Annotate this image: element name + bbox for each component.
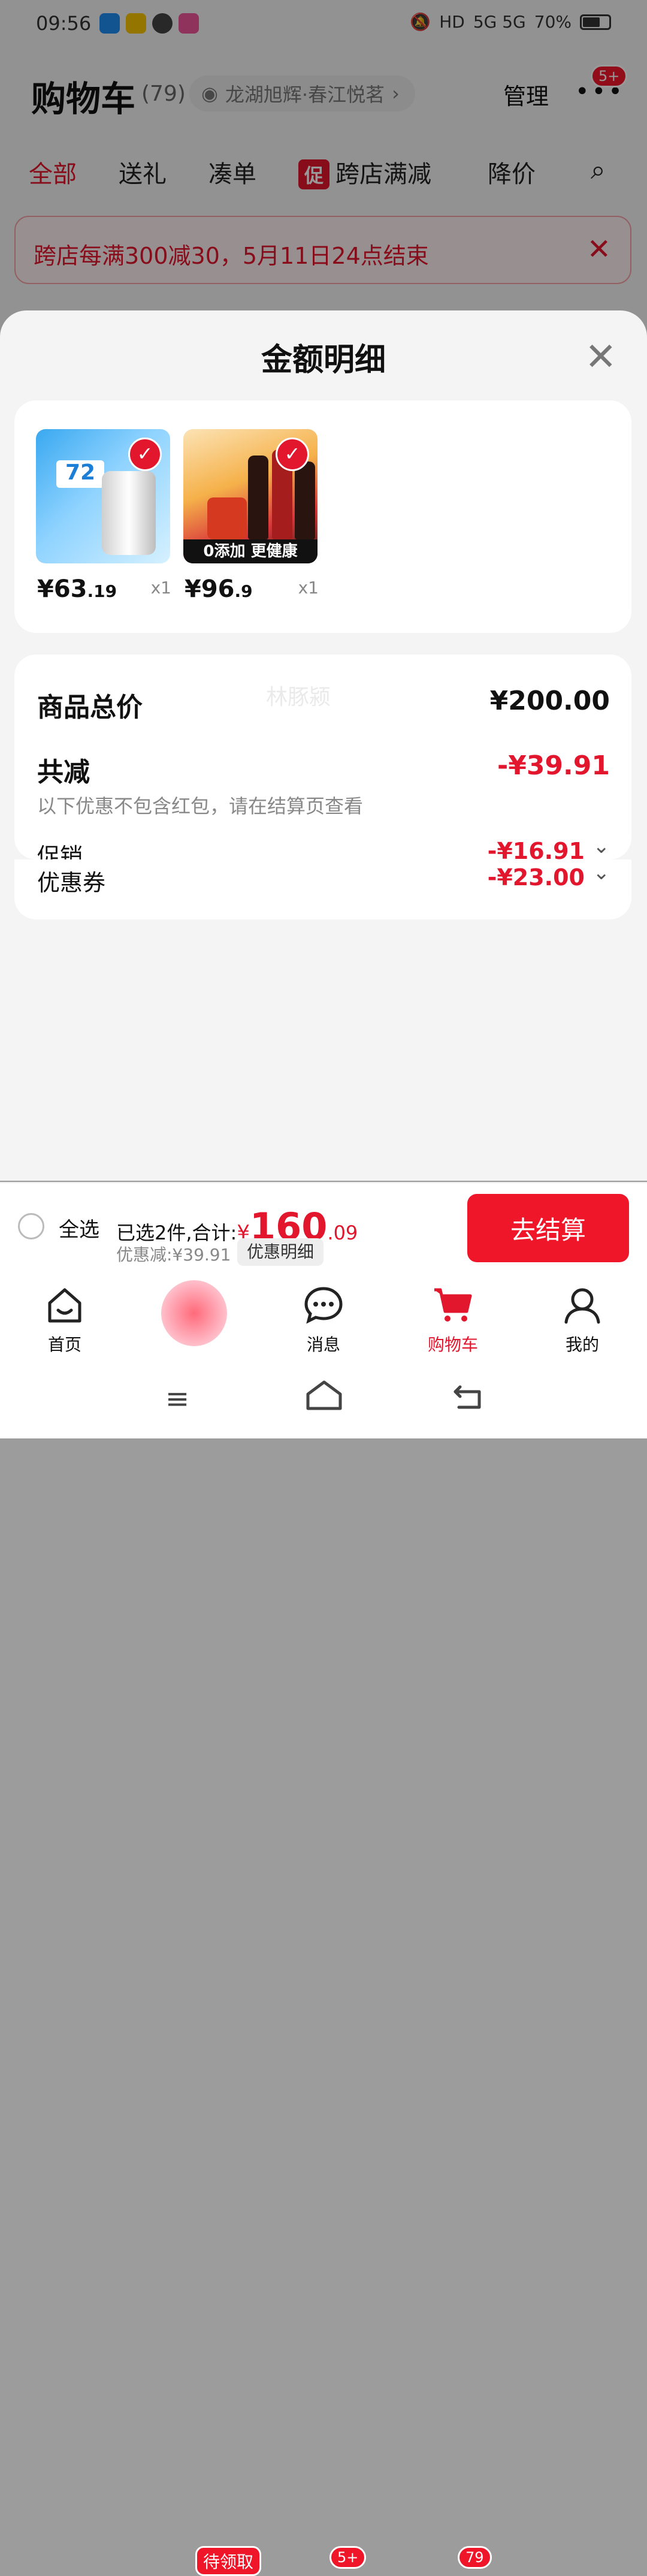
discount-total-value: -¥39.91: [497, 750, 610, 781]
nav-home[interactable]: 首页: [11, 1284, 119, 1356]
cart-badge: 79: [458, 2546, 492, 2569]
coupon-label: 优惠券: [37, 870, 106, 896]
back-icon[interactable]: [452, 1382, 485, 1413]
home-icon: [44, 1284, 86, 1326]
price-dec: .19: [87, 581, 117, 601]
nav-home-label: 首页: [47, 1335, 81, 1355]
check-icon: ✓: [276, 438, 309, 471]
product-image-beer: 72 ✓: [36, 429, 170, 563]
select-all-label[interactable]: 全选: [59, 1213, 99, 1242]
cart-icon: [432, 1284, 474, 1326]
chevron-down-icon[interactable]: ⌄: [593, 861, 610, 885]
discount-note: 以下优惠不包含红包，请在结算页查看: [37, 795, 364, 818]
selected-text: 已选2件,合计:: [116, 1221, 237, 1244]
discount-total-label: 共减: [37, 757, 90, 788]
nav-mine-label: 我的: [565, 1335, 599, 1355]
product-card: 72 ✓ ¥63.19 x1 0添加 更健康 ✓ ¥96.9 x1: [14, 400, 631, 633]
nav-messages[interactable]: 消息: [270, 1284, 377, 1356]
product-image-strip: 0添加 更健康: [183, 539, 318, 563]
select-all-radio[interactable]: [18, 1213, 44, 1239]
price-int: ¥96: [185, 575, 235, 603]
price-int: ¥63: [37, 575, 87, 603]
red-packet-icon: [161, 1280, 227, 1346]
nav-cart-label: 购物车: [427, 1335, 478, 1355]
coupon-row: 优惠券 -¥23.00 ⌄: [14, 859, 631, 919]
chevron-down-icon[interactable]: ⌄: [593, 834, 610, 858]
product-price: ¥96.9: [185, 575, 253, 603]
bottle-graphic: [295, 461, 315, 539]
product-item[interactable]: 0添加 更健康 ✓ ¥96.9 x1: [183, 429, 319, 603]
nav-mine[interactable]: 我的: [528, 1284, 636, 1356]
user-icon: [561, 1284, 603, 1326]
coupon-badge: 待领取: [195, 2546, 262, 2576]
discount-detail-button[interactable]: 优惠明细: [237, 1238, 324, 1266]
checkout-button[interactable]: 去结算: [467, 1194, 629, 1262]
check-icon: ✓: [128, 438, 162, 471]
jar-graphic: [207, 497, 247, 539]
close-icon[interactable]: ✕: [585, 338, 617, 376]
system-home-icon[interactable]: [303, 1377, 345, 1416]
bottle-graphic: [248, 456, 268, 539]
nav-messages-label: 消息: [306, 1335, 340, 1355]
product-qty: x1: [298, 578, 319, 598]
product-image-label: 72: [56, 460, 104, 488]
messages-badge: 5+: [329, 2546, 367, 2569]
amount-detail-sheet: 金额明细 ✕ 72 ✓ ¥63.19 x1 0添加 更健康 ✓ ¥96.9 x1…: [0, 310, 647, 1181]
chat-icon: [303, 1284, 344, 1326]
product-price: ¥63.19: [37, 575, 117, 603]
price-dec: .9: [234, 581, 253, 601]
modal-overlay[interactable]: [0, 0, 647, 336]
nav-cart[interactable]: 购物车: [399, 1284, 507, 1356]
coupon-value[interactable]: -¥23.00: [488, 864, 585, 891]
product-item[interactable]: 72 ✓ ¥63.19 x1: [36, 429, 171, 603]
price-summary-card: 林豚颍 商品总价 ¥200.00 共减 -¥39.91 以下优惠不包含红包，请在…: [14, 654, 631, 870]
system-nav-bar: ≡: [0, 1362, 647, 1438]
discount-summary: 优惠减:¥39.91: [116, 1245, 231, 1265]
total-price-value: ¥200.00: [489, 686, 610, 716]
checkout-total-dec: .09: [327, 1221, 358, 1244]
product-image-sauce: 0添加 更健康 ✓: [183, 429, 318, 563]
menu-icon[interactable]: ≡: [165, 1382, 189, 1416]
total-price-label: 商品总价: [37, 692, 143, 723]
nav-coupon[interactable]: [140, 1280, 248, 1346]
checkout-bar: 全选 已选2件,合计:¥160.09 优惠减:¥39.91 优惠明细 去结算: [0, 1182, 647, 1272]
watermark: 林豚颍: [266, 685, 331, 710]
bottom-nav: 首页 待领取 消息 5+ 购物车 79 我的: [0, 1272, 647, 2576]
product-qty: x1: [150, 578, 171, 598]
beer-can-graphic: [102, 471, 156, 555]
sheet-title: 金额明细: [261, 342, 386, 378]
